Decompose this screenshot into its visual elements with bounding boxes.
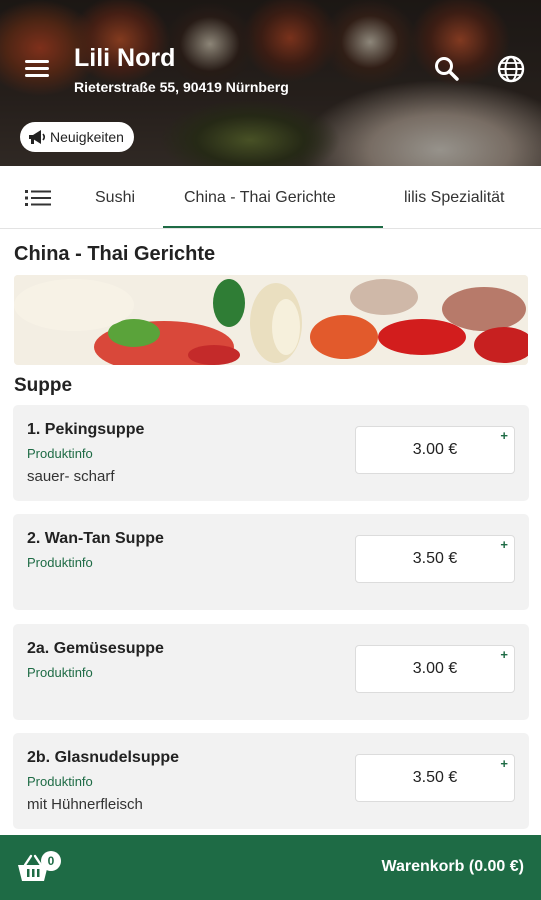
tab-lilis-specialties[interactable]: lilis Spezialität <box>404 166 504 228</box>
menu-content[interactable]: China - Thai Gerichte Suppe 1. Pekingsup… <box>0 229 541 835</box>
product-description: mit Hühnerfleisch <box>27 796 143 813</box>
section-title: China - Thai Gerichte <box>14 243 216 265</box>
plus-icon: + <box>500 647 508 662</box>
product-card: 2. Wan-Tan Suppe Produktinfo 3.50 € + <box>13 514 529 610</box>
product-card: 2b. Glasnudelsuppe Produktinfo mit Hühne… <box>13 733 529 829</box>
subsection-title: Suppe <box>14 375 73 396</box>
restaurant-address: Rieterstraße 55, 90419 Nürnberg <box>74 79 289 95</box>
globe-icon[interactable] <box>495 53 527 85</box>
tab-sushi[interactable]: Sushi <box>95 166 135 228</box>
megaphone-icon <box>29 130 46 144</box>
category-tabs: Sushi China - Thai Gerichte lilis Spezia… <box>0 166 541 229</box>
product-info-link[interactable]: Produktinfo <box>27 555 93 570</box>
plus-icon: + <box>500 537 508 552</box>
hamburger-menu-icon[interactable] <box>22 54 52 84</box>
product-price: 3.50 € <box>412 550 458 567</box>
product-card: 1. Pekingsuppe Produktinfo sauer- scharf… <box>13 405 529 501</box>
cart-bar[interactable]: 0 Warenkorb (0.00 €) <box>0 835 541 900</box>
product-info-link[interactable]: Produktinfo <box>27 665 93 680</box>
plus-icon: + <box>500 428 508 443</box>
restaurant-header: Lili Nord Rieterstraße 55, 90419 Nürnber… <box>0 0 541 166</box>
product-info-link[interactable]: Produktinfo <box>27 446 93 461</box>
add-to-cart-button[interactable]: 3.00 € + <box>355 426 515 474</box>
add-to-cart-button[interactable]: 3.50 € + <box>355 535 515 583</box>
cart-total-label: Warenkorb (0.00 €) <box>381 858 524 875</box>
cart-count-badge: 0 <box>41 851 61 871</box>
tab-china-thai[interactable]: China - Thai Gerichte <box>184 166 336 228</box>
product-card: 2a. Gemüsesuppe Produktinfo 3.00 € + <box>13 624 529 720</box>
product-name: 2a. Gemüsesuppe <box>27 640 164 657</box>
product-price: 3.00 € <box>412 441 458 458</box>
list-icon[interactable] <box>25 188 51 208</box>
product-name: 2. Wan-Tan Suppe <box>27 530 164 547</box>
category-banner-image <box>14 275 528 365</box>
plus-icon: + <box>500 756 508 771</box>
news-label: Neuigkeiten <box>50 129 124 145</box>
product-price: 3.00 € <box>412 660 458 677</box>
product-name: 1. Pekingsuppe <box>27 421 145 438</box>
search-icon[interactable] <box>432 54 462 84</box>
add-to-cart-button[interactable]: 3.50 € + <box>355 754 515 802</box>
product-description: sauer- scharf <box>27 468 115 485</box>
restaurant-name: Lili Nord <box>74 44 176 72</box>
product-info-link[interactable]: Produktinfo <box>27 774 93 789</box>
news-button[interactable]: Neuigkeiten <box>20 122 134 152</box>
product-price: 3.50 € <box>412 769 458 786</box>
product-name: 2b. Glasnudelsuppe <box>27 749 180 766</box>
add-to-cart-button[interactable]: 3.00 € + <box>355 645 515 693</box>
